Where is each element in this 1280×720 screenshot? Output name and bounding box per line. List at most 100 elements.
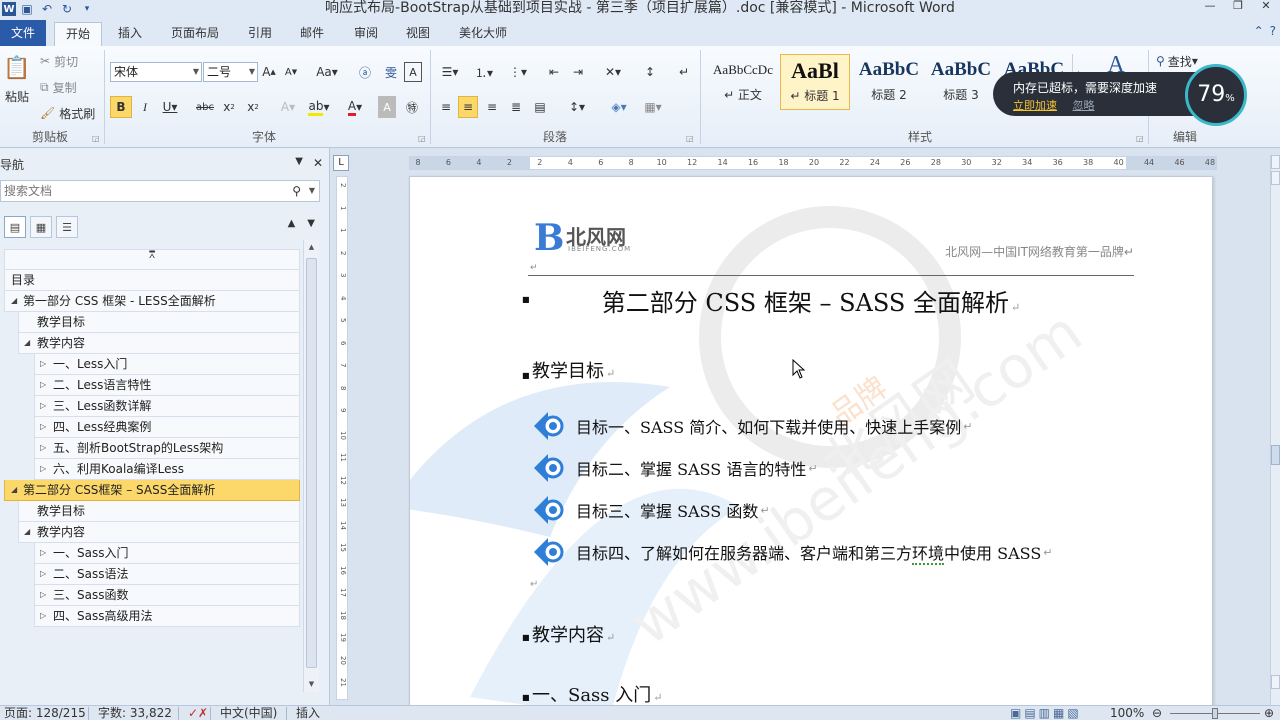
scroll-down-icon[interactable]: ▼ (304, 677, 319, 692)
distribute-icon[interactable]: ▤ (530, 96, 550, 118)
nav-heading-item[interactable]: ▷ 六、利用Koala编译Less (34, 459, 300, 480)
vertical-ruler[interactable]: 2 1 1 2 3 4 5 6 7 8 9 10 11 12 13 14 15 16 17 18 19 20 21 (336, 176, 348, 700)
find-button[interactable]: ⚲ 查找 ▾ (1156, 52, 1198, 70)
align-left-icon[interactable]: ≡ (436, 96, 456, 118)
tab-selector[interactable]: L (333, 155, 349, 171)
style-heading-1[interactable]: AaBl ↵ 标题 1 (780, 54, 850, 110)
browse-headings-icon[interactable]: ▤ (4, 216, 26, 238)
tab-home[interactable]: 开始 (54, 22, 102, 46)
search-options-icon[interactable]: ▼ (309, 181, 315, 201)
document-scroll-thumb[interactable] (1271, 445, 1280, 465)
char-border-icon[interactable]: A (404, 62, 422, 82)
increase-indent-icon[interactable]: ⇥ (568, 62, 588, 82)
next-heading-icon[interactable]: ▼ (307, 218, 315, 229)
nav-pane-close-icon[interactable]: ✕ (313, 156, 323, 170)
shrink-font-icon[interactable]: A ▼ (282, 62, 300, 82)
insert-mode[interactable]: 插入 (296, 706, 320, 720)
nav-heading-item[interactable]: 教学目标 (18, 312, 300, 333)
close-button[interactable]: ✕ (1252, 0, 1280, 16)
style-normal[interactable]: AaBbCcDc ↵ 正文 (708, 54, 778, 110)
nav-heading-item[interactable]: ◢ 第二部分 CSS框架 – SASS全面解析 (4, 480, 300, 501)
format-painter-button[interactable]: 🖌 格式刷 (40, 104, 95, 122)
style-heading-2[interactable]: AaBbC 标题 2 (854, 54, 924, 110)
expand-arrow-icon[interactable]: ▷ (40, 396, 46, 416)
browse-pages-icon[interactable]: ▦ (30, 216, 52, 238)
phonetic-guide-icon[interactable]: 雯 (380, 62, 402, 82)
char-shading-icon[interactable]: A (378, 96, 396, 118)
document-scrollbar[interactable] (1270, 155, 1280, 705)
grammar-squiggle[interactable]: 环境 (912, 544, 945, 565)
nav-heading-item[interactable]: ▷ 四、Less经典案例 (34, 417, 300, 438)
nav-heading-item[interactable]: 目录 (4, 270, 300, 291)
nav-heading-item[interactable]: ◢ 第一部分 CSS 框架 - LESS全面解析 (4, 291, 300, 312)
expand-arrow-icon[interactable]: ▷ (40, 585, 46, 605)
subscript-button[interactable]: x2 (220, 96, 238, 118)
font-size-combo[interactable]: 二号 ▼ (203, 62, 258, 82)
align-center-icon[interactable]: ≡ (458, 96, 478, 118)
scroll-up-icon[interactable] (1271, 155, 1280, 169)
show-marks-icon[interactable]: ↵ (674, 62, 694, 82)
collapse-arrow-icon[interactable]: ◢ (11, 291, 17, 311)
bullets-icon[interactable]: ☰▾ (436, 62, 464, 82)
collapse-arrow-icon[interactable]: ◢ (24, 522, 30, 542)
tab-review[interactable]: 审阅 (344, 22, 388, 46)
numbering-icon[interactable]: ⒈▾ (470, 62, 498, 82)
scroll-up-icon[interactable]: ▲ (304, 240, 319, 255)
tab-page-layout[interactable]: 页面布局 (162, 22, 228, 46)
collapse-all-icon[interactable]: ⩞ (4, 249, 300, 270)
cut-button[interactable]: ✂ 剪切 (40, 52, 78, 70)
previous-heading-icon[interactable]: ▲ (288, 218, 296, 229)
page-count[interactable]: 页面: 128/215 (4, 706, 86, 720)
tab-insert[interactable]: 插入 (108, 22, 152, 46)
multilevel-list-icon[interactable]: ⋮▾ (504, 62, 532, 82)
search-icon[interactable]: ⚲ (292, 181, 301, 201)
zoom-in-icon[interactable]: ⊕ (1264, 706, 1274, 720)
memory-gauge[interactable]: 79% (1185, 64, 1247, 126)
expand-arrow-icon[interactable]: ▷ (40, 543, 46, 563)
sort-icon[interactable]: ↕ (640, 62, 660, 82)
borders-icon[interactable]: ▦▾ (638, 96, 668, 118)
zoom-level[interactable]: 100% (1110, 706, 1144, 720)
expand-arrow-icon[interactable]: ▷ (40, 354, 46, 374)
justify-icon[interactable]: ≣ (506, 96, 526, 118)
accelerate-link[interactable]: 立即加速 (1013, 99, 1057, 112)
italic-button[interactable]: I (136, 96, 154, 118)
nav-heading-item[interactable]: ▷ 五、剖析BootStrap的Less架构 (34, 438, 300, 459)
proofing-icon[interactable]: ✓✗ (188, 706, 208, 720)
document-page[interactable]: 北风网 品牌 www.ibeifeng.com B 北风网 IBEIFENG.C… (409, 176, 1213, 705)
nav-pane-menu-icon[interactable]: ▼ (295, 156, 303, 170)
enclose-char-icon[interactable]: ㊕ (402, 96, 422, 118)
horizontal-ruler[interactable]: 8 6 4 2 2 4 6 8 10 12 14 16 18 20 22 24 26 28 30 32 34 36 38 40… (409, 156, 1217, 170)
nav-heading-item[interactable]: ◢ 教学内容 (18, 333, 300, 354)
language-indicator[interactable]: 中文(中国) (220, 706, 277, 720)
chinese-layout-icon[interactable]: ✕▾ (598, 62, 628, 82)
zoom-slider-thumb[interactable] (1212, 708, 1218, 719)
zoom-out-icon[interactable]: ⊖ (1152, 706, 1162, 720)
clear-format-icon[interactable]: ⓐ (354, 62, 376, 82)
collapse-arrow-icon[interactable]: ◢ (24, 333, 30, 353)
text-effects-icon[interactable]: A▾ (276, 96, 300, 118)
ignore-link[interactable]: 忽略 (1073, 99, 1095, 112)
nav-heading-item[interactable]: ▷ 三、Less函数详解 (34, 396, 300, 417)
highlight-color-icon[interactable]: ab ▾ (306, 96, 332, 118)
expand-arrow-icon[interactable]: ▷ (40, 564, 46, 584)
split-handle[interactable] (1271, 171, 1280, 185)
strikethrough-button[interactable]: abc (194, 96, 216, 118)
expand-arrow-icon[interactable]: ▷ (40, 417, 46, 437)
scroll-down-icon[interactable] (1271, 675, 1280, 689)
underline-button[interactable]: U▾ (158, 96, 182, 118)
nav-heading-item[interactable]: ▷ 一、Sass入门 (34, 543, 300, 564)
shading-icon[interactable]: ◈▾ (604, 96, 634, 118)
align-right-icon[interactable]: ≡ (482, 96, 502, 118)
tab-beautify-master[interactable]: 美化大师 (452, 22, 514, 46)
style-heading-3[interactable]: AaBbC 标题 3 (926, 54, 996, 110)
nav-heading-item[interactable]: ◢ 教学内容 (18, 522, 300, 543)
clipboard-launcher-icon[interactable]: ◲ (92, 134, 100, 143)
word-count[interactable]: 字数: 33,822 (98, 706, 172, 720)
copy-button[interactable]: ⧉ 复制 (40, 78, 77, 96)
tab-view[interactable]: 视图 (396, 22, 440, 46)
grow-font-icon[interactable]: A ▲ (260, 62, 278, 82)
tab-file[interactable]: 文件 (0, 20, 46, 46)
font-name-combo[interactable]: 宋体 ▼ (110, 62, 202, 82)
font-color-icon[interactable]: A ▾ (342, 96, 368, 118)
